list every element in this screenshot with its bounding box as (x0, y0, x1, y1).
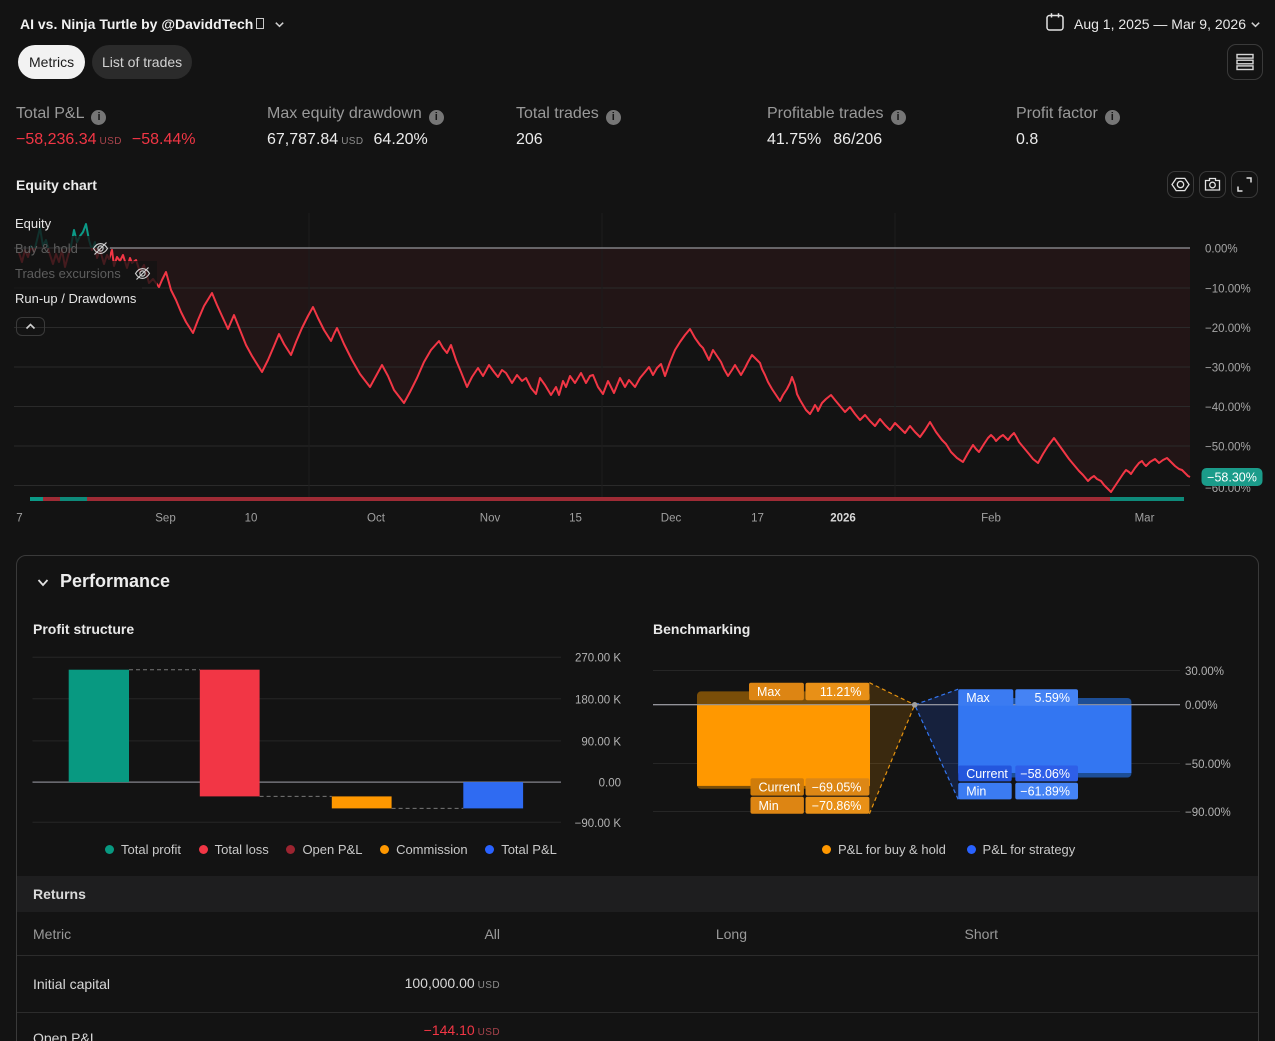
svg-text:17: 17 (751, 513, 764, 525)
svg-text:0.00%: 0.00% (1185, 700, 1218, 712)
svg-text:90.00 K: 90.00 K (581, 736, 621, 748)
svg-text:−58.06%: −58.06% (1020, 767, 1070, 781)
svg-text:Oct: Oct (367, 513, 386, 525)
svg-text:−50.00%: −50.00% (1185, 759, 1231, 771)
svg-text:0.00: 0.00 (599, 778, 621, 790)
svg-text:270.00 K: 270.00 K (575, 653, 621, 665)
svg-text:180.00 K: 180.00 K (575, 694, 621, 706)
svg-text:15: 15 (569, 513, 582, 525)
svg-text:−69.05%: −69.05% (812, 780, 862, 794)
svg-text:Min: Min (759, 799, 779, 813)
svg-text:7: 7 (16, 513, 22, 525)
svg-text:10: 10 (245, 513, 258, 525)
svg-text:−10.00%: −10.00% (1205, 284, 1251, 296)
svg-text:−61.89%: −61.89% (1020, 785, 1070, 799)
svg-text:−50.00%: −50.00% (1205, 442, 1251, 454)
svg-text:Current: Current (759, 780, 801, 794)
svg-text:5.59%: 5.59% (1035, 691, 1070, 705)
svg-text:−58.30%: −58.30% (1207, 471, 1257, 485)
svg-text:Max: Max (757, 685, 781, 699)
svg-text:Dec: Dec (661, 513, 682, 525)
svg-text:−20.00%: −20.00% (1205, 323, 1251, 335)
svg-text:−30.00%: −30.00% (1205, 363, 1251, 375)
svg-text:−70.86%: −70.86% (812, 799, 862, 813)
svg-text:Sep: Sep (155, 513, 175, 525)
svg-text:0.00%: 0.00% (1205, 244, 1238, 256)
svg-text:Max: Max (966, 691, 990, 705)
svg-text:−90.00 K: −90.00 K (575, 818, 622, 830)
svg-text:Min: Min (966, 785, 986, 799)
svg-text:2026: 2026 (830, 513, 856, 525)
svg-text:Nov: Nov (480, 513, 501, 525)
svg-text:11.21%: 11.21% (820, 685, 861, 699)
svg-text:30.00%: 30.00% (1185, 666, 1224, 678)
svg-text:−90.00%: −90.00% (1185, 807, 1231, 819)
svg-text:Current: Current (966, 767, 1008, 781)
svg-text:−40.00%: −40.00% (1205, 402, 1251, 414)
svg-text:Feb: Feb (981, 513, 1001, 525)
svg-text:Mar: Mar (1135, 513, 1155, 525)
